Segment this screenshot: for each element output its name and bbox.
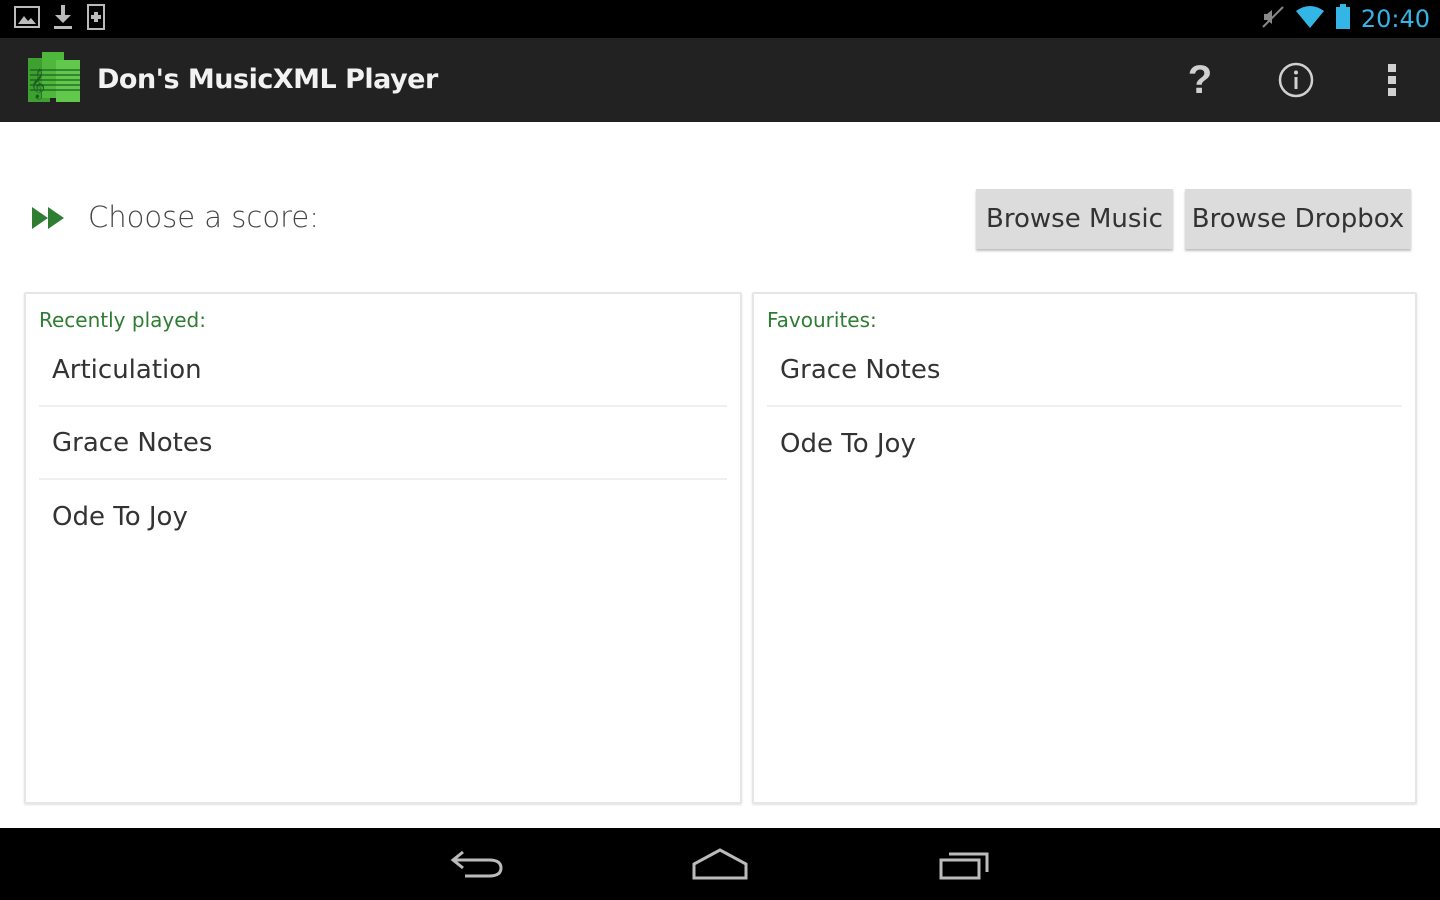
- muted-icon: [1261, 5, 1285, 34]
- info-button[interactable]: [1272, 56, 1320, 104]
- overflow-menu-icon: [1388, 64, 1396, 96]
- info-icon: [1278, 62, 1314, 98]
- music-score-logo-icon[interactable]: 𝄞: [24, 48, 84, 108]
- sd-card-icon: [86, 3, 106, 35]
- back-icon: [450, 850, 503, 878]
- favourites-header: Favourites:: [767, 308, 877, 332]
- help-icon: ?: [1187, 57, 1213, 102]
- recent-apps-button[interactable]: [930, 842, 1000, 886]
- app-title: Don's MusicXML Player: [97, 64, 438, 95]
- help-button[interactable]: ?: [1176, 56, 1224, 104]
- recently-played-list: Articulation Grace Notes Ode To Joy: [39, 334, 727, 553]
- home-icon: [692, 848, 748, 880]
- favourites-panel: Favourites: Grace Notes Ode To Joy: [752, 292, 1417, 804]
- action-bar: 𝄞 Don's MusicXML Player ?: [0, 38, 1440, 122]
- navigation-bar: [0, 828, 1440, 900]
- list-item[interactable]: Ode To Joy: [39, 480, 727, 553]
- list-item[interactable]: Articulation: [39, 334, 727, 407]
- browse-music-button[interactable]: Browse Music: [976, 189, 1173, 249]
- list-item[interactable]: Grace Notes: [767, 334, 1402, 407]
- status-notifications: [0, 3, 106, 35]
- wifi-icon: [1295, 5, 1325, 34]
- image-icon: [14, 5, 40, 33]
- fast-forward-icon: [31, 205, 67, 236]
- recent-apps-icon: [939, 852, 989, 880]
- status-time: 20:40: [1360, 5, 1430, 33]
- download-icon: [52, 4, 74, 35]
- svg-text:𝄞: 𝄞: [30, 68, 45, 100]
- favourites-list: Grace Notes Ode To Joy: [767, 334, 1402, 480]
- status-system: 20:40: [1261, 0, 1430, 38]
- overflow-menu-button[interactable]: [1368, 56, 1416, 104]
- main-content: Choose a score: Browse Music Browse Drop…: [0, 122, 1440, 828]
- home-button[interactable]: [685, 842, 755, 886]
- back-button[interactable]: [442, 842, 512, 886]
- browse-dropbox-button[interactable]: Browse Dropbox: [1185, 189, 1411, 249]
- list-item[interactable]: Grace Notes: [39, 407, 727, 480]
- recently-played-header: Recently played:: [39, 308, 206, 332]
- battery-icon: [1335, 3, 1351, 35]
- list-item[interactable]: Ode To Joy: [767, 407, 1402, 480]
- choose-score-label: Choose a score:: [88, 200, 319, 234]
- recently-played-panel: Recently played: Articulation Grace Note…: [24, 292, 742, 804]
- status-bar: 20:40: [0, 0, 1440, 38]
